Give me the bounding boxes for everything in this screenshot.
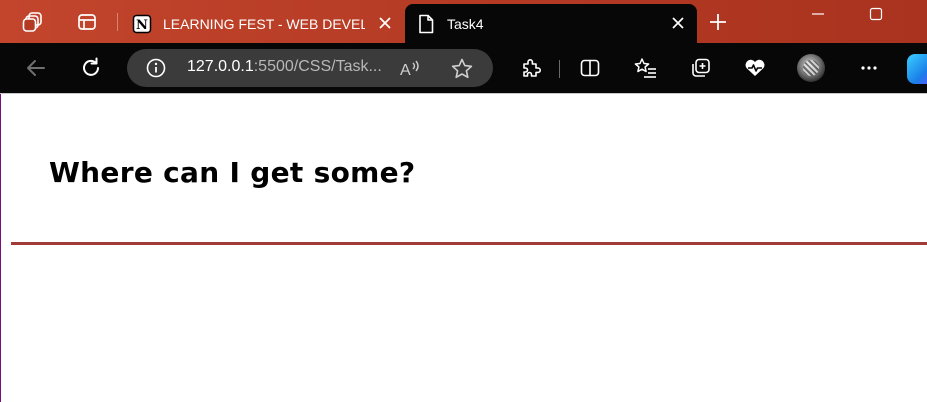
avatar[interactable]	[797, 54, 825, 82]
tab-title: LEARNING FEST - WEB DEVELOP	[163, 15, 365, 32]
refresh-icon[interactable]	[77, 54, 105, 82]
url-text[interactable]: 127.0.0.1:5500/CSS/Task...	[187, 58, 382, 76]
collections-icon[interactable]	[687, 54, 715, 82]
plus-icon[interactable]	[706, 10, 730, 34]
close-icon[interactable]	[669, 14, 687, 32]
tab-task4[interactable]: Task4	[405, 4, 697, 43]
star-icon[interactable]	[450, 57, 474, 81]
more-icon[interactable]	[855, 54, 883, 82]
maximize-icon[interactable]	[853, 0, 899, 28]
workspaces-icon[interactable]	[19, 8, 47, 36]
tab-learning-fest[interactable]: N LEARNING FEST - WEB DEVELOP	[121, 4, 404, 43]
back-arrow-icon[interactable]	[22, 54, 50, 82]
tab-strip: N LEARNING FEST - WEB DEVELOP Task4	[0, 0, 927, 43]
window-edge	[0, 94, 1, 402]
notion-icon: N	[131, 13, 153, 35]
info-icon[interactable]	[146, 58, 166, 78]
minimize-icon[interactable]	[795, 0, 841, 28]
horizontal-rule	[11, 242, 927, 245]
tab-actions-icon[interactable]	[73, 8, 101, 36]
address-bar[interactable]: 127.0.0.1:5500/CSS/Task... A	[127, 49, 493, 87]
favorites-list-icon[interactable]	[632, 54, 660, 82]
toolbar-separator	[559, 60, 560, 78]
page-heading: Where can I get some?	[49, 156, 416, 189]
split-screen-icon[interactable]	[576, 54, 604, 82]
page-content: Where can I get some?	[0, 94, 927, 402]
url-path: :5500/CSS/Task...	[253, 58, 382, 75]
copilot-icon[interactable]	[907, 54, 927, 84]
tabstrip-divider	[117, 13, 118, 31]
puzzle-icon[interactable]	[517, 54, 545, 82]
svg-text:A: A	[400, 62, 411, 79]
browser-toolbar: 127.0.0.1:5500/CSS/Task... A	[0, 43, 927, 93]
svg-text:N: N	[136, 18, 148, 33]
read-aloud-icon[interactable]: A	[399, 58, 423, 80]
file-icon	[415, 13, 437, 35]
heart-icon[interactable]	[741, 54, 769, 82]
url-host: 127.0.0.1	[187, 58, 254, 75]
close-icon[interactable]	[376, 14, 394, 32]
tab-title: Task4	[447, 15, 484, 32]
